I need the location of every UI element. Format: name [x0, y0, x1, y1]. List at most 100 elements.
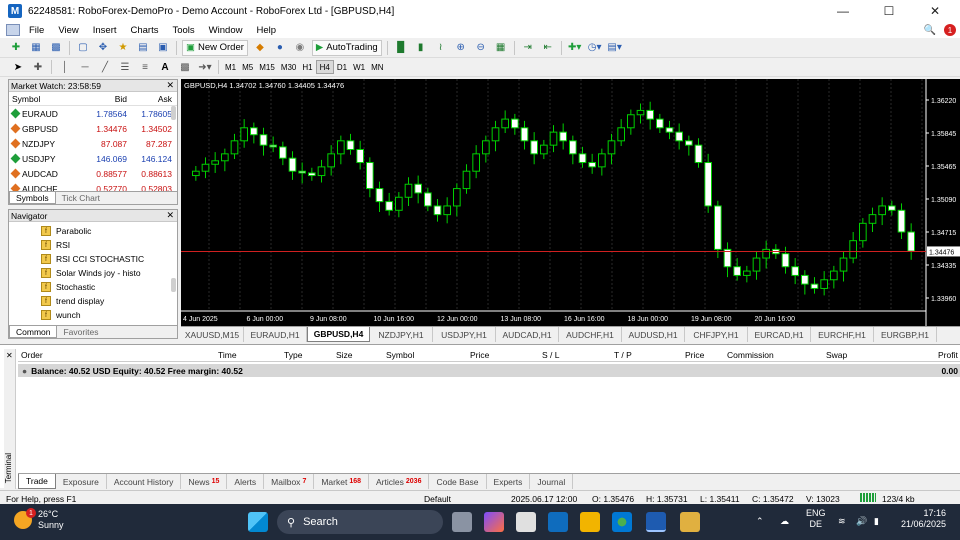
navigator-item[interactable]: f wunch — [9, 308, 177, 322]
terminal-tab[interactable]: News 15 — [181, 474, 228, 489]
navigator-scrollbar[interactable] — [171, 278, 176, 292]
terminal-tab[interactable]: Alerts — [227, 474, 265, 489]
timeframe-m15[interactable]: M15 — [256, 60, 278, 74]
market-watch-row[interactable]: NZDJPY 87.087 87.287 — [9, 136, 177, 151]
timeframe-mn[interactable]: MN — [368, 60, 386, 74]
column-header[interactable]: Profit — [938, 350, 958, 360]
child-window-icon[interactable] — [6, 24, 20, 36]
close-icon[interactable]: ✕ — [166, 210, 174, 221]
column-header[interactable]: S / L — [542, 350, 559, 360]
file-explorer-icon[interactable] — [580, 512, 600, 532]
bar-chart-icon[interactable]: █ — [393, 40, 409, 56]
search-box[interactable]: ⚲ Search — [277, 510, 443, 534]
terminal-tab[interactable]: Experts — [487, 474, 531, 489]
chart-tab[interactable]: AUDCHF,H1 — [559, 327, 622, 342]
periods-icon[interactable]: ◷▾ — [587, 40, 603, 56]
navigator-item[interactable]: f Parabolic — [9, 224, 177, 238]
line-chart-icon[interactable]: ≀ — [433, 40, 449, 56]
trendline-icon[interactable]: ╱ — [97, 59, 113, 75]
menu-tools[interactable]: Tools — [165, 25, 201, 36]
column-header[interactable]: Swap — [826, 350, 847, 360]
chart-tab[interactable]: EURCAD,H1 — [748, 327, 811, 342]
market-watch-row[interactable]: GBPUSD 1.34476 1.34502 — [9, 121, 177, 136]
weather-widget[interactable]: 1 26°C Sunny — [14, 508, 64, 531]
chart-tab[interactable]: EURCHF,H1 — [811, 327, 874, 342]
menu-window[interactable]: Window — [202, 25, 250, 36]
terminal-tab[interactable]: Exposure — [56, 474, 107, 489]
language-indicator[interactable]: ENG DE — [806, 508, 826, 530]
zoom-in-icon[interactable]: ⊕ — [453, 40, 469, 56]
menu-charts[interactable]: Charts — [124, 25, 166, 36]
column-header[interactable]: T / P — [614, 350, 632, 360]
column-header[interactable]: Size — [336, 350, 353, 360]
menu-insert[interactable]: Insert — [86, 25, 124, 36]
tile-windows-icon[interactable]: ▦ — [493, 40, 509, 56]
market-watch-row[interactable]: USDJPY 146.069 146.124 — [9, 151, 177, 166]
autotrading-button[interactable]: ▶ AutoTrading — [311, 39, 382, 56]
zoom-out-icon[interactable]: ⊖ — [473, 40, 489, 56]
tab-favorites[interactable]: Favorites — [57, 326, 104, 338]
terminal-tab[interactable]: Trade — [18, 474, 56, 489]
text-label-icon[interactable]: ▩ — [177, 59, 193, 75]
chart-shift-icon[interactable]: ⇤ — [540, 40, 556, 56]
chart-tab[interactable]: NZDJPY,H1 — [370, 327, 433, 342]
channel-icon[interactable]: ☰ — [117, 59, 133, 75]
column-header[interactable]: Symbol — [386, 350, 414, 360]
signals-icon[interactable]: ● — [272, 40, 288, 56]
copilot-icon[interactable] — [484, 512, 504, 532]
crosshair-icon[interactable]: ✚ — [30, 59, 46, 75]
cursor-icon[interactable]: ➤ — [10, 59, 26, 75]
wifi-icon[interactable]: ≋ — [838, 516, 846, 527]
templates-icon[interactable]: ▩ — [48, 40, 64, 56]
autoscroll-icon[interactable]: ⇥ — [520, 40, 536, 56]
market-watch-icon[interactable]: ▢ — [75, 40, 91, 56]
search-icon[interactable]: 🔍 — [924, 25, 936, 36]
strategy-tester-icon[interactable]: ▣ — [155, 40, 171, 56]
cloud-icon[interactable]: ☁ — [780, 516, 789, 527]
timeframe-m1[interactable]: M1 — [222, 60, 239, 74]
horizontal-line-icon[interactable]: ─ — [77, 59, 93, 75]
terminal-tab[interactable]: Market 168 — [314, 474, 370, 489]
terminal-tab[interactable]: Code Base — [429, 474, 487, 489]
column-header[interactable]: Commission — [727, 350, 774, 360]
market-icon[interactable]: ◉ — [292, 40, 308, 56]
column-header[interactable]: Price — [470, 350, 489, 360]
chart-tab[interactable]: AUDUSD,H1 — [622, 327, 685, 342]
column-header[interactable]: Price — [685, 350, 704, 360]
indicators-icon[interactable]: ✚▾ — [567, 40, 583, 56]
close-icon[interactable]: ✕ — [166, 80, 174, 91]
timeframe-w1[interactable]: W1 — [350, 60, 368, 74]
navigator-item[interactable]: f trend display — [9, 294, 177, 308]
market-watch-row[interactable]: AUDCAD 0.88577 0.88613 — [9, 166, 177, 181]
timeframe-h1[interactable]: H1 — [299, 60, 315, 74]
navigator-item[interactable]: f Solar Winds joy - histo — [9, 266, 177, 280]
battery-icon[interactable]: ▮ — [874, 516, 879, 527]
terminal-tab[interactable]: Articles 2036 — [369, 474, 430, 489]
vertical-line-icon[interactable]: │ — [57, 59, 73, 75]
close-icon[interactable]: ✕ — [6, 351, 13, 360]
data-window-icon[interactable]: ✥ — [95, 40, 111, 56]
app-icon[interactable] — [680, 512, 700, 532]
metatrader-taskbar-icon[interactable] — [646, 512, 666, 532]
chart-tab[interactable]: AUDCAD,H1 — [496, 327, 559, 342]
timeframe-m5[interactable]: M5 — [239, 60, 256, 74]
fibonacci-icon[interactable]: ≡ — [137, 59, 153, 75]
task-view-icon[interactable] — [452, 512, 472, 532]
navigator-item[interactable]: f RSI CCI STOCHASTIC — [9, 252, 177, 266]
terminal-icon[interactable]: ▤ — [135, 40, 151, 56]
new-chart-icon[interactable]: ✚ — [8, 40, 24, 56]
chart-tab[interactable]: CHFJPY,H1 — [685, 327, 748, 342]
chart-tab[interactable]: EURGBP,H1 — [874, 327, 937, 342]
column-header[interactable]: Type — [284, 350, 302, 360]
market-watch-scrollbar[interactable] — [171, 106, 176, 120]
outlook-icon[interactable] — [548, 512, 568, 532]
minimize-button[interactable]: — — [820, 0, 866, 22]
timeframe-m30[interactable]: M30 — [278, 60, 300, 74]
tab-symbols[interactable]: Symbols — [9, 192, 56, 204]
price-chart[interactable]: 1.36220 1.35845 1.35465 1.35090 1.34715 1.343… — [181, 79, 960, 326]
text-icon[interactable]: A — [157, 59, 173, 75]
navigator-item[interactable]: f Stochastic — [9, 280, 177, 294]
notifications-badge[interactable]: 1 — [944, 24, 956, 36]
clock[interactable]: 17:16 21/06/2025 — [896, 508, 946, 530]
candlestick-icon[interactable]: ▮ — [413, 40, 429, 56]
